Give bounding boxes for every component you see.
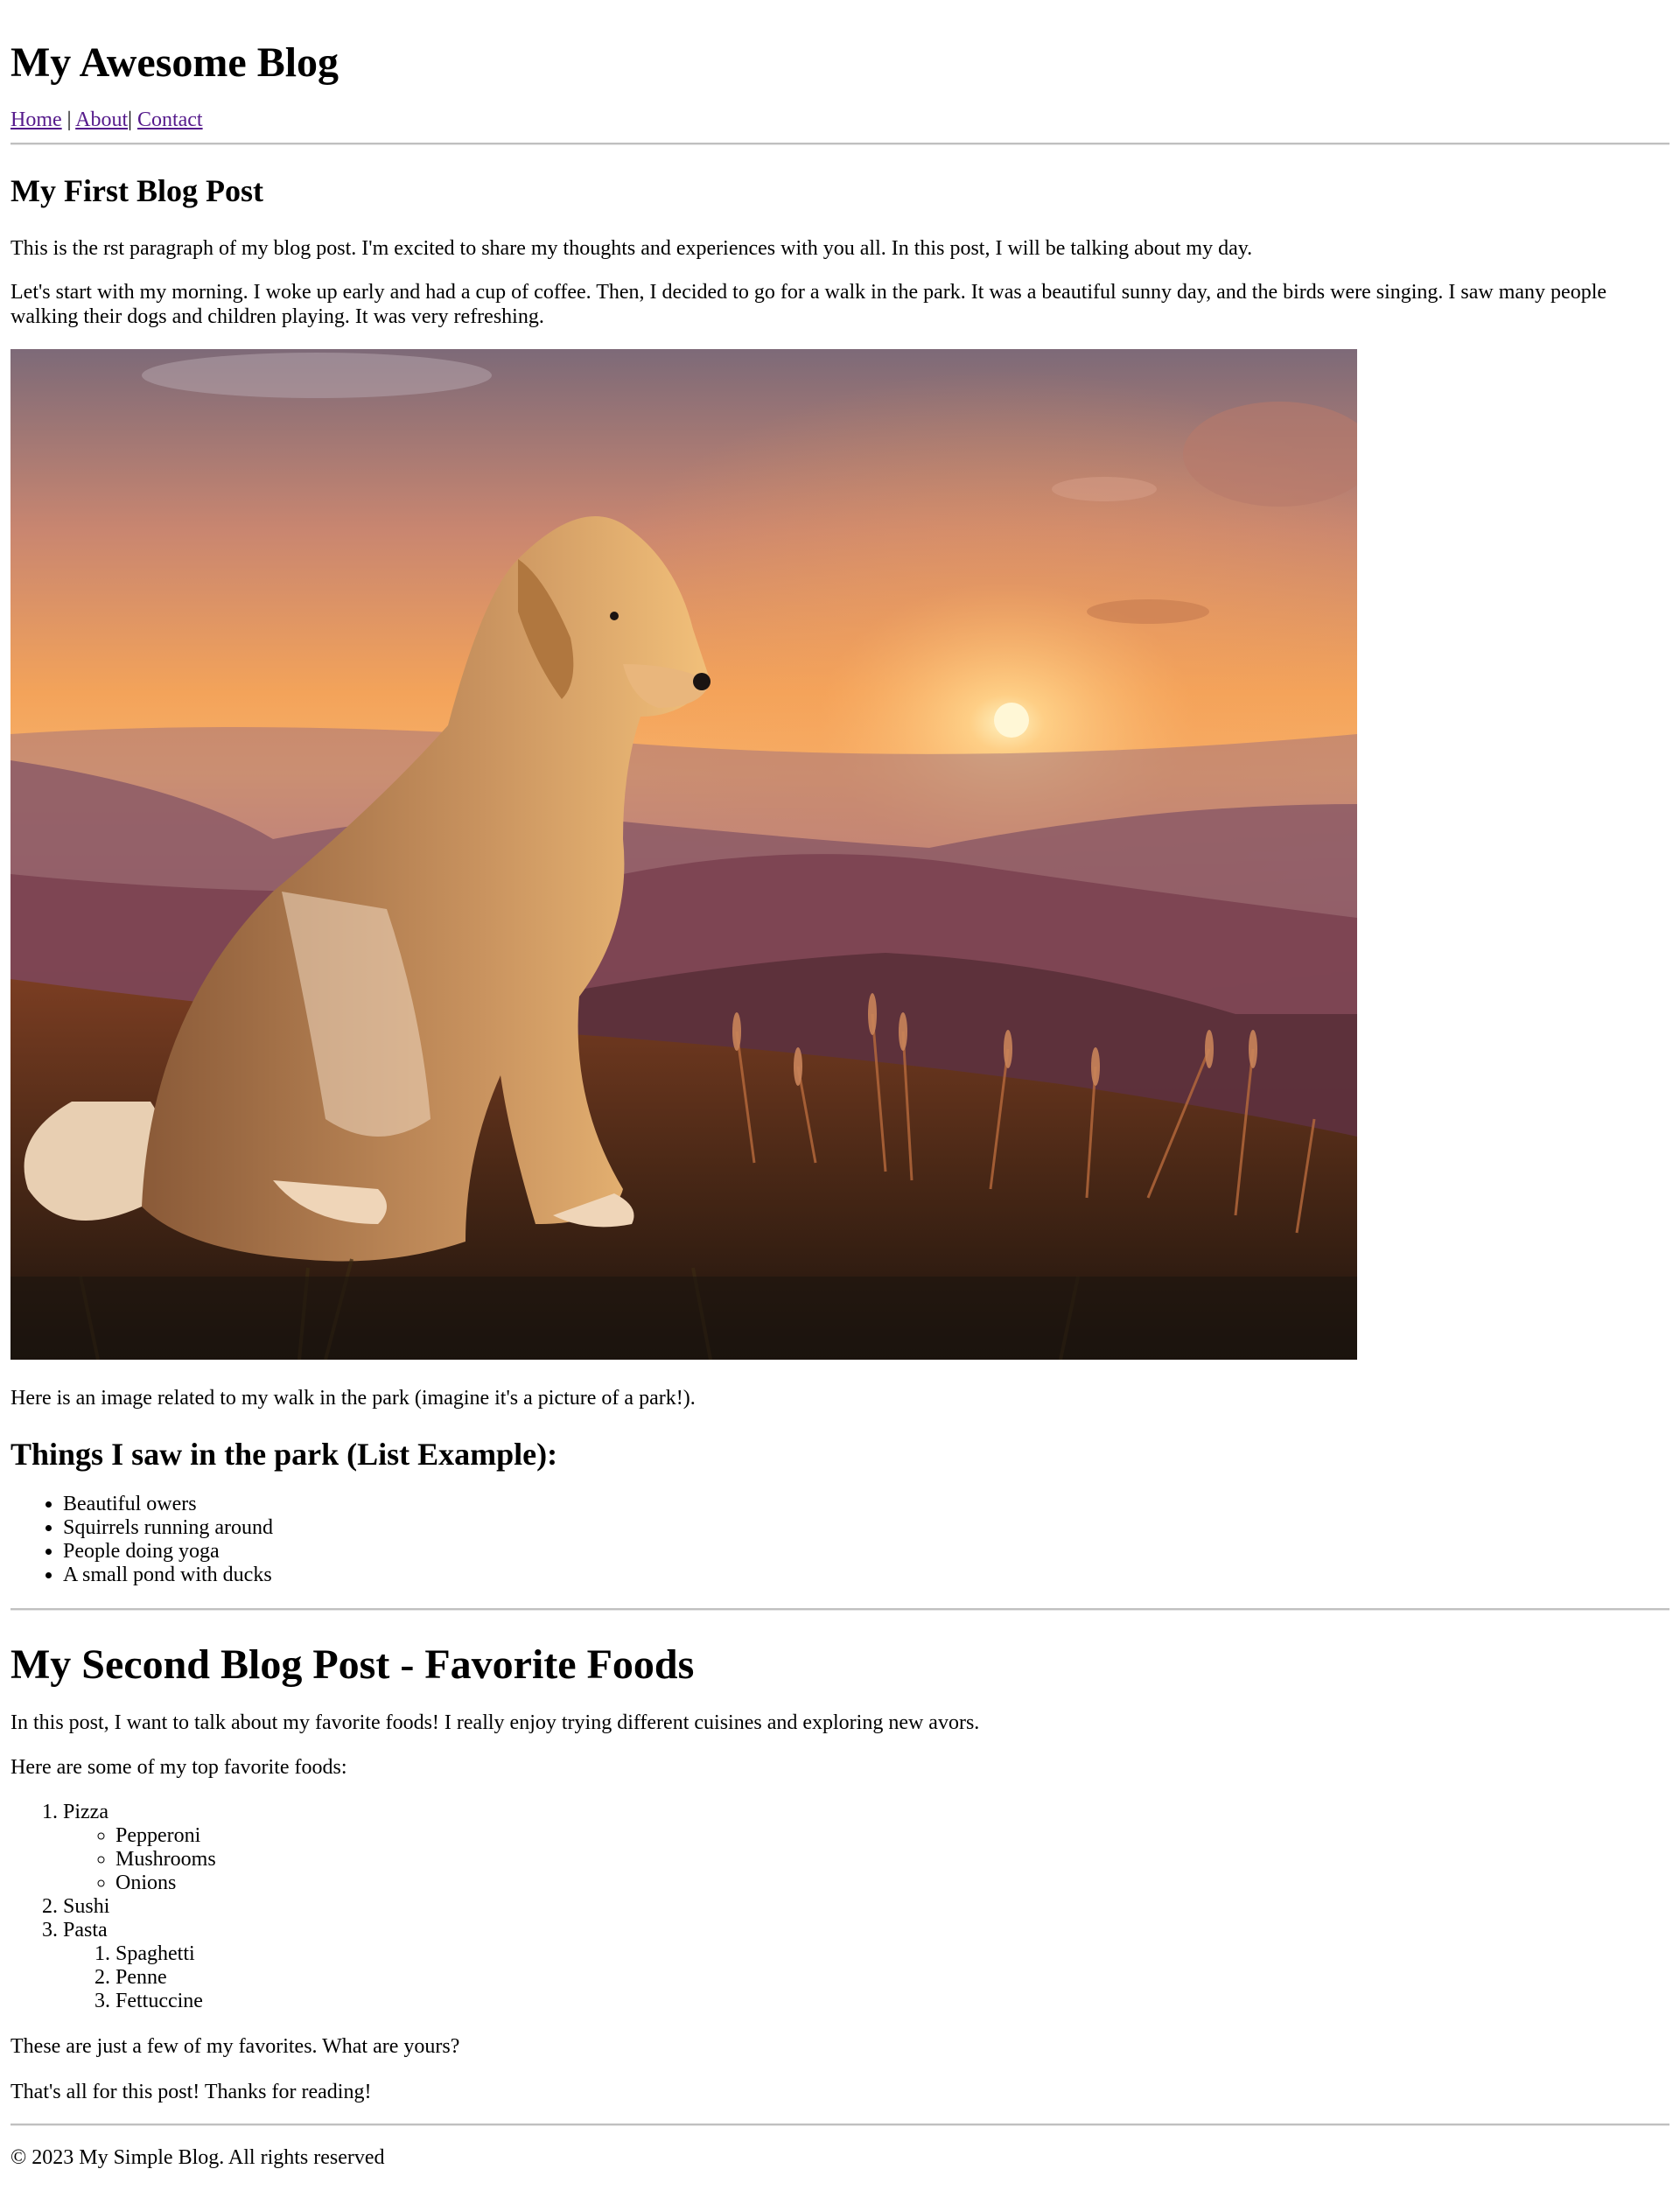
divider	[10, 143, 1670, 145]
nav-separator: |	[128, 108, 137, 131]
post-paragraph: This is the rst paragraph of my blog pos…	[10, 237, 1253, 260]
blog-post-2: My Second Blog Post - Favorite Foods In …	[10, 1641, 1670, 2104]
post-title: My First Blog Post	[10, 173, 263, 208]
food-subitem: Fettuccine	[116, 1990, 1670, 2013]
site-title: My Awesome Blog	[10, 39, 340, 86]
post-paragraph: That's all for this post! Thanks for rea…	[10, 2081, 372, 2103]
nav-link-contact[interactable]: Contact	[137, 108, 203, 131]
food-subitem: Pepperoni	[116, 1824, 1670, 1848]
divider	[10, 1608, 1670, 1611]
dog-sunset-image	[10, 349, 1357, 1360]
post-paragraph: Let's start with my morning. I woke up e…	[10, 281, 1607, 328]
divider	[10, 2124, 1670, 2126]
list-heading: Things I saw in the park (List Example):	[10, 1437, 558, 1472]
list-item: A small pond with ducks	[63, 1564, 1670, 1587]
food-subitem: Onions	[116, 1872, 1670, 1895]
park-list: Beautiful owers Squirrels running around…	[10, 1493, 1670, 1587]
post-title: My Second Blog Post - Favorite Foods	[10, 1641, 695, 1688]
food-sublist: Pepperoni Mushrooms Onions	[63, 1824, 1670, 1895]
food-subitem: Penne	[116, 1966, 1670, 1990]
post-paragraph: These are just a few of my favorites. Wh…	[10, 2035, 460, 2058]
list-item: People doing yoga	[63, 1540, 1670, 1564]
food-item: Pizza Pepperoni Mushrooms Onions	[63, 1801, 1670, 1895]
food-sublist: Spaghetti Penne Fettuccine	[63, 1942, 1670, 2013]
site-footer: © 2023 My Simple Blog. All rights reserv…	[10, 2145, 1670, 2170]
post-paragraph: In this post, I want to talk about my fa…	[10, 1711, 980, 1734]
food-subitem: Mushrooms	[116, 1848, 1670, 1872]
food-name: Pizza	[63, 1801, 108, 1823]
favorite-foods-list: Pizza Pepperoni Mushrooms Onions Sushi P…	[10, 1801, 1670, 2013]
food-item: Sushi	[63, 1895, 1670, 1919]
food-subitem: Spaghetti	[116, 1942, 1670, 1966]
copyright-text: © 2023 My Simple Blog. All rights reserv…	[10, 2146, 385, 2169]
food-item: Pasta Spaghetti Penne Fettuccine	[63, 1919, 1670, 2013]
site-header: My Awesome Blog Home | About| Contact	[10, 0, 1670, 133]
nav-separator: |	[61, 108, 76, 131]
nav-link-home[interactable]: Home	[10, 108, 62, 131]
post-paragraph: Here are some of my top favorite foods:	[10, 1756, 347, 1779]
list-item: Beautiful owers	[63, 1493, 1670, 1516]
main-nav: Home | About| Contact	[10, 107, 1670, 133]
food-name: Sushi	[63, 1895, 110, 1918]
image-caption: Here is an image related to my walk in t…	[10, 1387, 696, 1410]
list-item: Squirrels running around	[63, 1516, 1670, 1540]
nav-link-about[interactable]: About	[75, 108, 128, 131]
page: My Awesome Blog Home | About| Contact My…	[0, 0, 1680, 2170]
blog-post-1: My First Blog Post This is the rst parag…	[10, 171, 1670, 1587]
food-name: Pasta	[63, 1919, 108, 1942]
